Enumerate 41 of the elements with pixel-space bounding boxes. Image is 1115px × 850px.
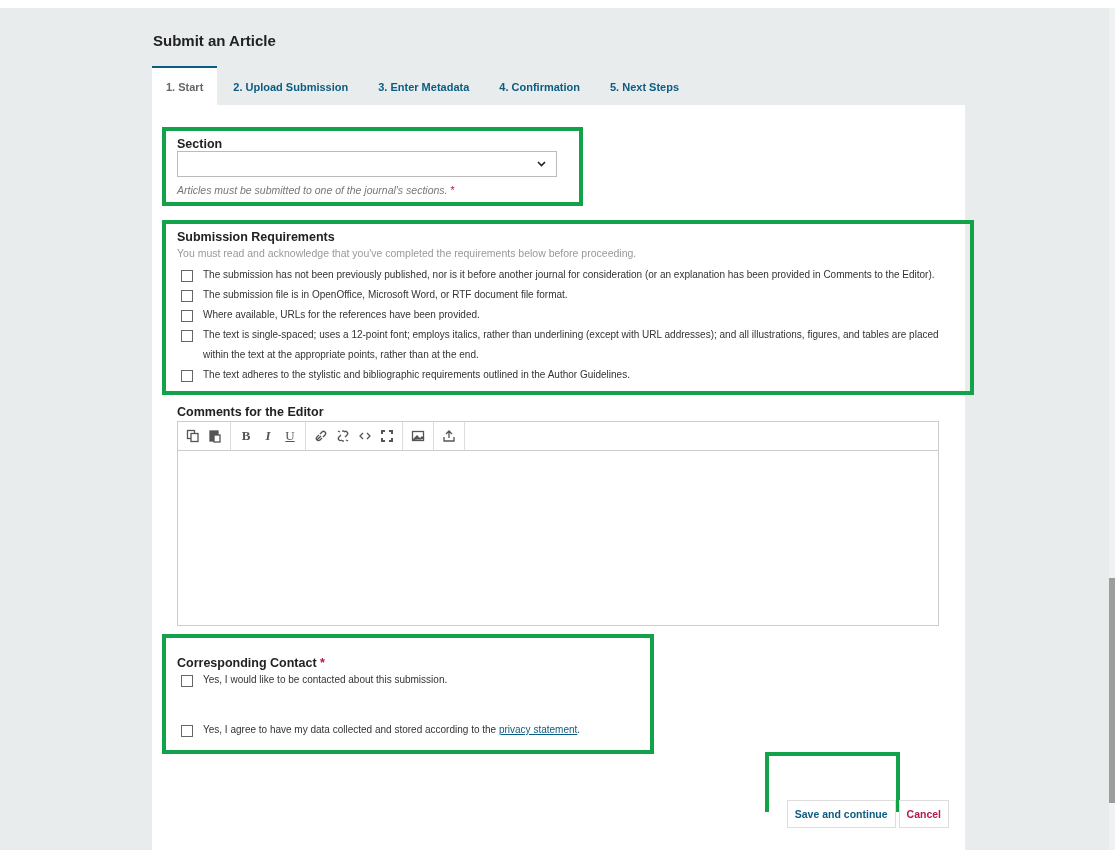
scrollbar[interactable] bbox=[1109, 8, 1115, 850]
step-tab[interactable]: 5. Next Steps bbox=[595, 66, 694, 105]
image-icon bbox=[411, 429, 425, 443]
page-title: Submit an Article bbox=[152, 31, 277, 51]
field-label: Comments for the Editor bbox=[177, 405, 325, 419]
step-tab[interactable]: 3. Enter Metadata bbox=[364, 66, 484, 105]
requirement-text: The text is single-spaced; uses a 12-point font; employs italics, rather than underlining (except with URL addresses); and all illustrations, figures, and tables are placed within the text at the appropriate points, rather than at the end. bbox=[203, 328, 940, 362]
field-description: Articles must be submitted to one of the journal's sections. * bbox=[177, 184, 456, 196]
consent-text: Yes, I would like to be contacted about this submission. bbox=[203, 673, 448, 687]
copy-icon bbox=[186, 429, 200, 443]
step-tab[interactable]: 4. Confirmation bbox=[485, 66, 594, 105]
link-icon bbox=[314, 429, 328, 443]
cancel-button[interactable]: Cancel bbox=[898, 800, 949, 828]
checkbox[interactable] bbox=[181, 310, 193, 322]
consent-text: Yes, I agree to have my data collected and stored according to the privacy statement. bbox=[203, 723, 581, 737]
checkbox[interactable] bbox=[181, 370, 193, 382]
underline-button[interactable]: U bbox=[279, 425, 301, 447]
checkbox[interactable] bbox=[181, 725, 193, 737]
section-heading: Submission Requirements bbox=[177, 230, 336, 244]
save-button[interactable]: Save and continue bbox=[786, 800, 896, 828]
requirement-text: The submission has not been previously published, nor is it before another journal for consideration (or an explanation has been provided in Comments to the Editor). bbox=[203, 268, 935, 282]
checkbox[interactable] bbox=[181, 290, 193, 302]
italic-button[interactable]: I bbox=[257, 425, 279, 447]
requirement-text: Where available, URLs for the references have been provided. bbox=[203, 308, 480, 322]
checkbox[interactable] bbox=[181, 330, 193, 342]
paste-icon bbox=[208, 429, 222, 443]
rich-text-editor[interactable]: B I U bbox=[177, 421, 939, 626]
chevron-icon bbox=[537, 161, 546, 167]
requirements-description: You must read and acknowledge that you've completed the requirements below before proceeding. bbox=[177, 247, 638, 259]
field-label: Section bbox=[177, 137, 224, 151]
fullscreen-icon bbox=[380, 429, 394, 443]
checkbox[interactable] bbox=[181, 675, 193, 687]
checkbox[interactable] bbox=[181, 270, 193, 282]
step-tab[interactable]: 1. Start bbox=[152, 66, 218, 105]
upload-icon bbox=[442, 429, 456, 443]
requirement-text: The text adheres to the stylistic and bibliographic requirements outlined in the Author Guidelines. bbox=[203, 368, 630, 382]
step-tab[interactable]: 2. Upload Submission bbox=[219, 66, 363, 105]
bold-button[interactable]: B bbox=[235, 425, 257, 447]
unlink-icon bbox=[336, 429, 350, 443]
requirement-text: The submission file is in OpenOffice, Microsoft Word, or RTF document file format. bbox=[203, 288, 568, 302]
field-label: Corresponding Contact * bbox=[177, 656, 326, 670]
